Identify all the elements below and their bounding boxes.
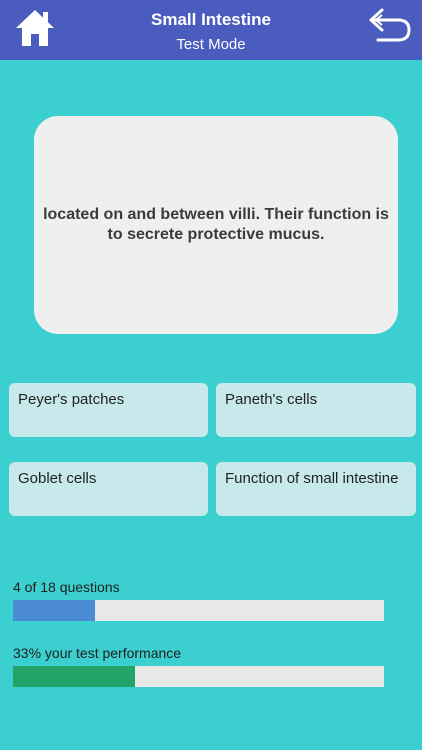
- performance-label: 33% your test performance: [13, 645, 182, 661]
- question-card: located on and between villi. Their func…: [34, 116, 398, 334]
- answer-option-1[interactable]: Peyer's patches: [9, 383, 208, 437]
- performance-bar: [13, 666, 384, 687]
- undo-arrow-icon[interactable]: [368, 6, 412, 44]
- header-bar: Small Intestine Test Mode: [0, 0, 422, 60]
- answer-option-2[interactable]: Paneth's cells: [216, 383, 416, 437]
- progress-bar: [13, 600, 384, 621]
- mode-subtitle: Test Mode: [176, 36, 246, 53]
- answer-option-4[interactable]: Function of small intestine: [216, 462, 416, 516]
- progress-bar-fill: [13, 600, 96, 621]
- page-title: Small Intestine: [151, 10, 271, 29]
- question-text: located on and between villi. Their func…: [43, 206, 389, 243]
- performance-bar-fill: [13, 666, 136, 687]
- answer-option-3[interactable]: Goblet cells: [9, 462, 208, 516]
- progress-label: 4 of 18 questions: [13, 579, 120, 595]
